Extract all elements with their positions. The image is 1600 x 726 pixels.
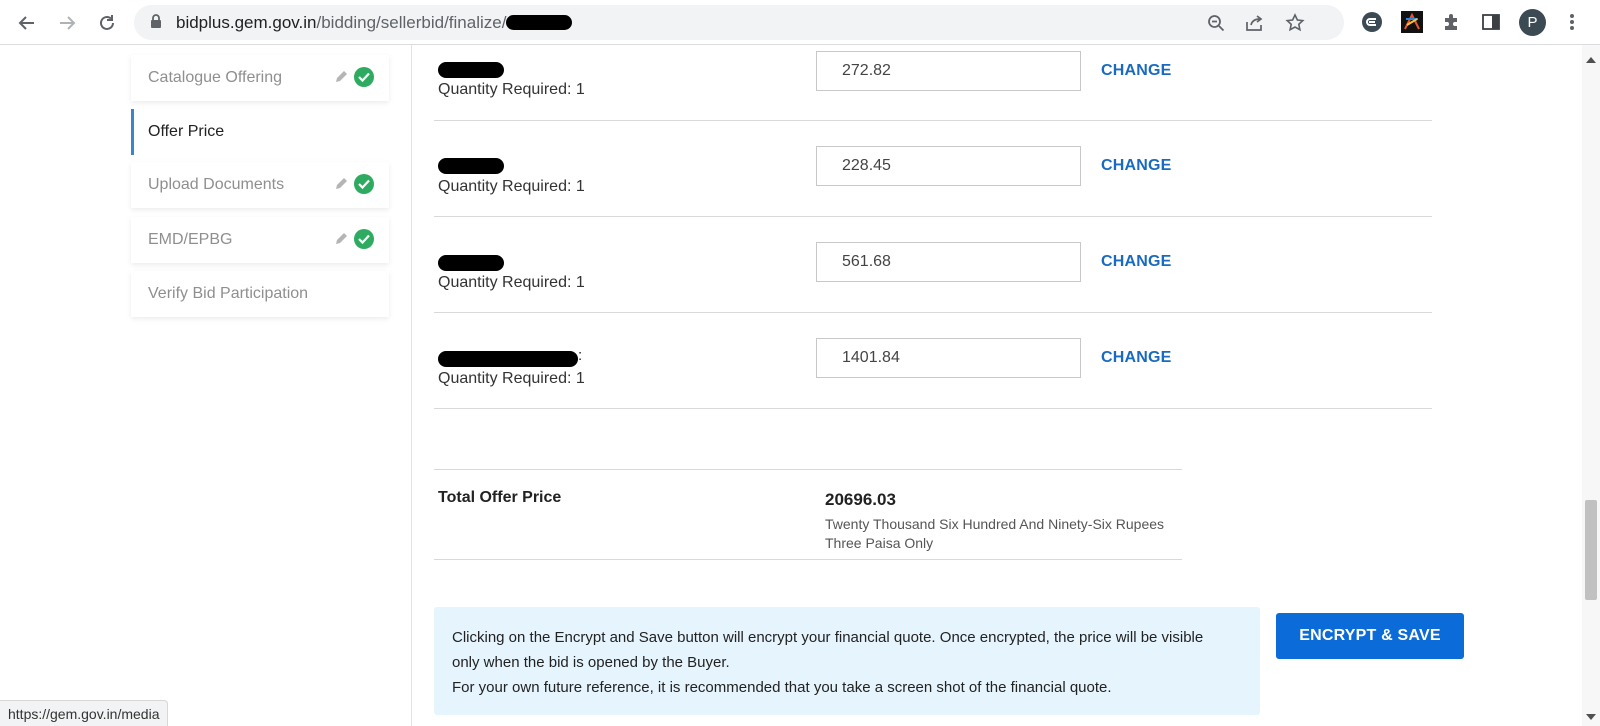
reload-icon[interactable] <box>92 8 122 38</box>
more-menu-icon[interactable] <box>1560 10 1584 34</box>
quantity-required: Quantity Required: 1 <box>438 81 585 98</box>
offer-price-input[interactable] <box>816 242 1081 282</box>
total-offer-price-section: Total Offer Price 20696.03 Twenty Thousa… <box>434 469 1182 560</box>
offer-row: : Quantity Required: 1 CHANGE <box>434 313 1432 409</box>
redacted-item-name <box>438 62 504 78</box>
total-offer-price-label: Total Offer Price <box>438 489 562 506</box>
sidebar-item-label: Offer Price <box>148 123 225 140</box>
item-name-colon: : <box>578 347 583 364</box>
back-icon[interactable] <box>12 8 42 38</box>
change-button[interactable]: CHANGE <box>1101 62 1172 80</box>
check-circle-icon <box>354 174 374 194</box>
sidebar-item-label: Verify Bid Participation <box>148 285 309 302</box>
change-button[interactable]: CHANGE <box>1101 157 1172 175</box>
sidebar-item-label: Catalogue Offering <box>148 69 283 86</box>
total-in-words-line: Three Paisa Only <box>825 535 934 551</box>
notice-line: only when the bid is opened by the Buyer… <box>452 654 730 671</box>
offer-row: Quantity Required: 1 CHANGE <box>434 121 1432 217</box>
encrypt-and-save-button[interactable]: ENCRYPT & SAVE <box>1276 613 1464 659</box>
edit-pencil-icon[interactable] <box>334 69 349 89</box>
change-button[interactable]: CHANGE <box>1101 349 1172 367</box>
side-panel-icon[interactable] <box>1479 10 1503 34</box>
sidebar-item-upload-documents[interactable]: Upload Documents <box>131 162 389 208</box>
sidebar-divider <box>411 45 412 726</box>
page-scrollbar[interactable] <box>1582 45 1600 726</box>
redacted-item-name <box>438 351 578 367</box>
edit-pencil-icon[interactable] <box>334 231 349 251</box>
scroll-up-arrow-icon[interactable] <box>1586 50 1596 68</box>
extensions-puzzle-icon[interactable] <box>1440 10 1464 34</box>
notice-line: For your own future reference, it is rec… <box>452 679 1112 696</box>
sidebar-item-catalogue-offering[interactable]: Catalogue Offering <box>131 55 389 101</box>
offer-price-input[interactable] <box>816 338 1081 378</box>
encrypt-notice: Clicking on the Encrypt and Save button … <box>434 607 1260 715</box>
sidebar-item-verify-bid-participation[interactable]: Verify Bid Participation <box>131 271 389 317</box>
forward-icon[interactable] <box>52 8 82 38</box>
profile-avatar[interactable]: P <box>1519 9 1546 36</box>
offer-row: Quantity Required: 1 CHANGE <box>434 25 1432 121</box>
quantity-required: Quantity Required: 1 <box>438 370 585 387</box>
link-status-bar: https://gem.gov.in/media <box>0 700 169 726</box>
redacted-item-name <box>438 255 504 271</box>
scroll-down-arrow-icon[interactable] <box>1586 707 1596 725</box>
check-circle-icon <box>354 229 374 249</box>
check-circle-icon <box>354 67 374 87</box>
total-offer-price-value: 20696.03 <box>825 490 896 509</box>
redacted-item-name <box>438 158 504 174</box>
scrollbar-thumb[interactable] <box>1585 500 1597 600</box>
quantity-required: Quantity Required: 1 <box>438 178 585 195</box>
page-content: Catalogue Offering Offer Price Upload Do… <box>0 45 1600 726</box>
notice-line: Clicking on the Encrypt and Save button … <box>452 629 1204 646</box>
offer-price-input[interactable] <box>816 146 1081 186</box>
total-in-words-line: Twenty Thousand Six Hundred And Ninety-S… <box>825 516 1165 532</box>
lock-icon <box>150 14 162 34</box>
sidebar-item-offer-price[interactable]: Offer Price <box>131 109 389 155</box>
offer-price-input[interactable] <box>816 51 1081 91</box>
quantity-required: Quantity Required: 1 <box>438 274 585 291</box>
sidebar-item-label: EMD/EPBG <box>148 231 233 248</box>
sidebar-item-label: Upload Documents <box>148 176 285 193</box>
offer-row: Quantity Required: 1 CHANGE <box>434 217 1432 313</box>
sidebar-item-emd-epbg[interactable]: EMD/EPBG <box>131 217 389 263</box>
change-button[interactable]: CHANGE <box>1101 253 1172 271</box>
total-in-words: Twenty Thousand Six Hundred And Ninety-S… <box>825 515 1185 553</box>
edit-pencil-icon[interactable] <box>334 176 349 196</box>
